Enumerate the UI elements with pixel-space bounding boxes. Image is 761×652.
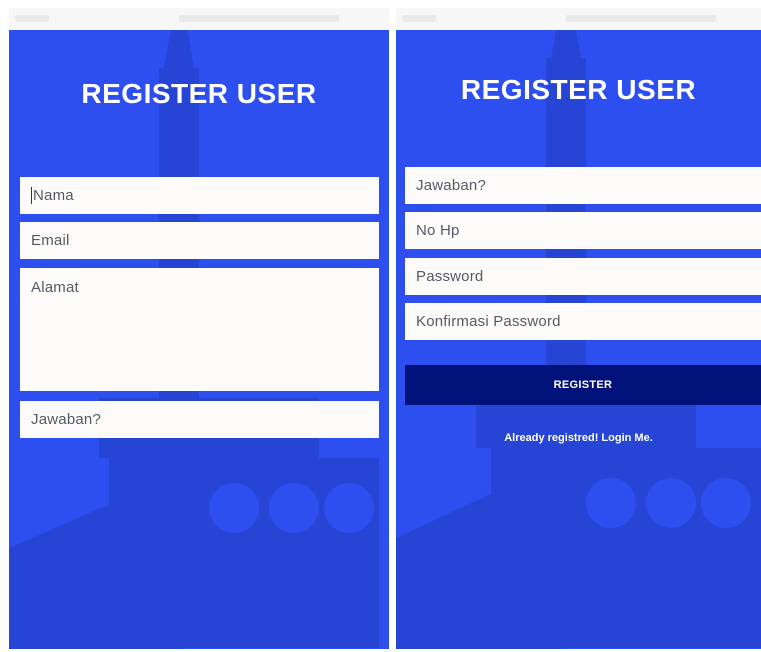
screen-body: REGISTER USER Nama Email Alamat Jawaban? — [9, 30, 389, 649]
no-hp-field[interactable]: No Hp — [405, 212, 761, 249]
screenshot-canvas: REGISTER USER Nama Email Alamat Jawaban? — [0, 0, 761, 652]
page-title: REGISTER USER — [460, 74, 697, 105]
jawaban-field-placeholder: Jawaban? — [416, 177, 486, 194]
jawaban-field-placeholder: Jawaban? — [31, 411, 101, 428]
register-button[interactable]: REGISTER — [405, 365, 761, 405]
konfirmasi-password-field-placeholder: Konfirmasi Password — [416, 313, 561, 330]
nama-field-placeholder: Nama — [33, 187, 74, 204]
email-field-placeholder: Email — [31, 232, 70, 249]
status-bar — [9, 8, 389, 30]
no-hp-field-placeholder: No Hp — [416, 222, 460, 239]
alamat-field-placeholder: Alamat — [31, 279, 79, 296]
register-screen-part-2: REGISTER USER Jawaban? No Hp Password Ko… — [396, 8, 761, 649]
jawaban-field[interactable]: Jawaban? — [20, 401, 379, 438]
text-cursor — [31, 187, 32, 204]
password-field-placeholder: Password — [416, 268, 484, 285]
login-link[interactable]: Already registred! Login Me. — [396, 432, 761, 444]
status-bar — [396, 8, 761, 30]
nama-field[interactable]: Nama — [20, 177, 379, 214]
konfirmasi-password-field[interactable]: Konfirmasi Password — [405, 303, 761, 340]
page-title: REGISTER USER — [81, 78, 317, 109]
screen-body: REGISTER USER Jawaban? No Hp Password Ko… — [396, 30, 761, 649]
email-field[interactable]: Email — [20, 222, 379, 259]
alamat-field[interactable]: Alamat — [20, 268, 379, 391]
password-field[interactable]: Password — [405, 258, 761, 295]
register-screen-part-1: REGISTER USER Nama Email Alamat Jawaban? — [9, 8, 389, 649]
jawaban-field[interactable]: Jawaban? — [405, 167, 761, 204]
